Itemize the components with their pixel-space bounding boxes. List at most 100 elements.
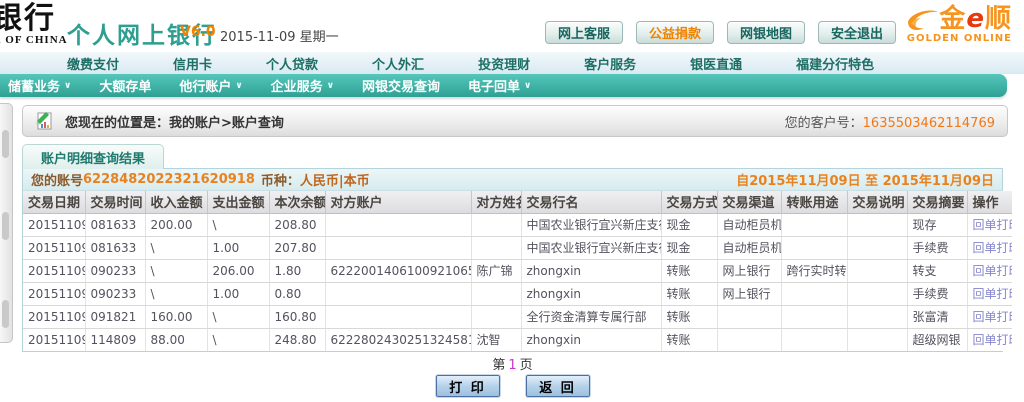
receipt-print-link[interactable]: 回单打印: [973, 287, 1013, 301]
primary-nav-item[interactable]: 缴费支付: [40, 54, 146, 73]
table-cell: [471, 236, 521, 259]
table-cell: 中国农业银行宜兴新庄支行: [521, 213, 661, 236]
primary-nav-item[interactable]: 个人贷款: [239, 54, 345, 73]
primary-nav-item[interactable]: 投资理财: [451, 54, 557, 73]
secondary-nav-item[interactable]: 电子回单∨: [454, 76, 545, 95]
pagination: 第1页: [22, 354, 1003, 373]
table-cell: 160.00: [145, 305, 207, 328]
chevron-down-icon: ∨: [64, 81, 71, 91]
receipt-print-link[interactable]: 回单打印: [973, 218, 1013, 232]
table-row: 20151109081633\1.00207.80中国农业银行宜兴新庄支行现金自…: [23, 236, 1012, 259]
secondary-nav-item[interactable]: 大额存单: [85, 76, 165, 95]
table-cell: [781, 305, 847, 328]
header-button[interactable]: 公益捐款: [636, 21, 714, 44]
table-cell: [325, 305, 471, 328]
secondary-nav-item[interactable]: 他行账户∨: [165, 76, 256, 95]
table-cell: 114809: [85, 328, 145, 351]
sidebar-handle[interactable]: [2, 212, 9, 240]
secondary-nav-item[interactable]: 储蓄业务∨: [0, 76, 85, 95]
secondary-nav-label: 企业服务: [271, 76, 323, 95]
sidebar-collapse-strip[interactable]: [0, 103, 13, 343]
receipt-print-link[interactable]: 回单打印: [973, 264, 1013, 278]
column-header: 转账用途: [781, 191, 847, 213]
footer-actions: 打 印 返 回: [22, 375, 1003, 397]
table-cell: 20151109: [23, 282, 85, 305]
receipt-print-link[interactable]: 回单打印: [973, 310, 1013, 324]
table-body: 20151109081633200.00\208.80中国农业银行宜兴新庄支行现…: [23, 213, 1012, 351]
results-table: 交易日期交易时间收入金额支出金额本次余额对方账户对方姓名交易行名交易方式交易渠道…: [23, 191, 1012, 351]
table-cell: 20151109: [23, 213, 85, 236]
action-cell: 回单打印: [967, 259, 1012, 282]
table-cell: 超级网银: [907, 328, 967, 351]
primary-nav-item[interactable]: 银医直通: [663, 54, 769, 73]
page: 银行 K OF CHINA 个人网上银行 V6.0 2015-11-09 星期一…: [0, 0, 1024, 402]
table-cell: 0.80: [269, 282, 325, 305]
primary-nav: 缴费支付信用卡个人贷款个人外汇投资理财客户服务银医直通福建分行特色: [0, 52, 1024, 74]
primary-nav-item[interactable]: 个人外汇: [345, 54, 451, 73]
column-header: 交易说明: [847, 191, 907, 213]
table-cell: 跨行实时转...: [781, 259, 847, 282]
breadcrumb: 您现在的位置是：我的账户>账户查询: [65, 112, 284, 131]
results-panel: 您的账号 6228482022321620918 币种： 人民币|本币 自201…: [22, 168, 1003, 352]
secondary-nav-label: 网银交易查询: [362, 76, 440, 95]
primary-nav-item[interactable]: 福建分行特色: [769, 54, 901, 73]
table-row: 20151109090233\206.001.80622200140610092…: [23, 259, 1012, 282]
receipt-print-link[interactable]: 回单打印: [973, 241, 1013, 255]
column-header: 交易摘要: [907, 191, 967, 213]
table-cell: \: [207, 305, 269, 328]
table-cell: 中国农业银行宜兴新庄支行: [521, 236, 661, 259]
primary-nav-item[interactable]: 信用卡: [146, 54, 239, 73]
table-row: 20151109081633200.00\208.80中国农业银行宜兴新庄支行现…: [23, 213, 1012, 236]
table-row: 20151109090233\1.000.80zhongxin转账网上银行手续费…: [23, 282, 1012, 305]
table-cell: \: [207, 328, 269, 351]
sidebar-handle[interactable]: [2, 300, 9, 328]
column-header: 对方账户: [325, 191, 471, 213]
table-cell: [471, 305, 521, 328]
bank-logo-cn: 银行: [0, 4, 68, 34]
brand-name-en: GOLDEN ONLINE: [905, 33, 1012, 44]
table-cell: 1.00: [207, 236, 269, 259]
table-cell: \: [145, 282, 207, 305]
table-cell: 160.80: [269, 305, 325, 328]
version-label: V6.0: [180, 24, 216, 40]
table-cell: 081633: [85, 236, 145, 259]
table-cell: 网上银行: [717, 282, 781, 305]
table-cell: 现存: [907, 213, 967, 236]
column-header: 对方姓名: [471, 191, 521, 213]
table-cell: 20151109: [23, 259, 85, 282]
table-cell: 现金: [661, 236, 717, 259]
table-cell: \: [145, 236, 207, 259]
header-button[interactable]: 网银地图: [727, 21, 805, 44]
column-header: 本次余额: [269, 191, 325, 213]
table-cell: 转账: [661, 328, 717, 351]
action-cell: 回单打印: [967, 305, 1012, 328]
table-cell: 自动柜员机: [717, 213, 781, 236]
receipt-print-link[interactable]: 回单打印: [973, 333, 1013, 347]
table-cell: 6222802430251324581: [325, 328, 471, 351]
secondary-nav-item[interactable]: 企业服务 ∨: [257, 76, 348, 95]
table-cell: [781, 328, 847, 351]
table-cell: [781, 236, 847, 259]
back-button[interactable]: 返 回: [526, 375, 590, 397]
table-cell: 090233: [85, 282, 145, 305]
table-cell: 全行资金清算专属行部: [521, 305, 661, 328]
primary-nav-item[interactable]: 客户服务: [557, 54, 663, 73]
column-header: 交易行名: [521, 191, 661, 213]
column-header: 操作: [967, 191, 1012, 213]
header-button[interactable]: 网上客服: [545, 21, 623, 44]
chevron-down-icon: ∨: [524, 81, 531, 91]
page-number: 1: [505, 358, 519, 373]
header-button[interactable]: 安全退出: [818, 21, 896, 44]
table-cell: [471, 213, 521, 236]
print-button[interactable]: 打 印: [436, 375, 500, 397]
table-cell: 网上银行: [717, 259, 781, 282]
chevron-down-icon: ∨: [327, 81, 334, 91]
tab-account-detail-results[interactable]: 账户明细查询结果: [22, 144, 164, 169]
swoosh-icon: [905, 6, 939, 32]
sidebar-handle[interactable]: [2, 130, 9, 158]
table-cell: [325, 213, 471, 236]
account-number: 6228482022321620918: [83, 172, 255, 187]
action-cell: 回单打印: [967, 213, 1012, 236]
secondary-nav-item[interactable]: 网银交易查询: [348, 76, 454, 95]
table-cell: 手续费: [907, 236, 967, 259]
